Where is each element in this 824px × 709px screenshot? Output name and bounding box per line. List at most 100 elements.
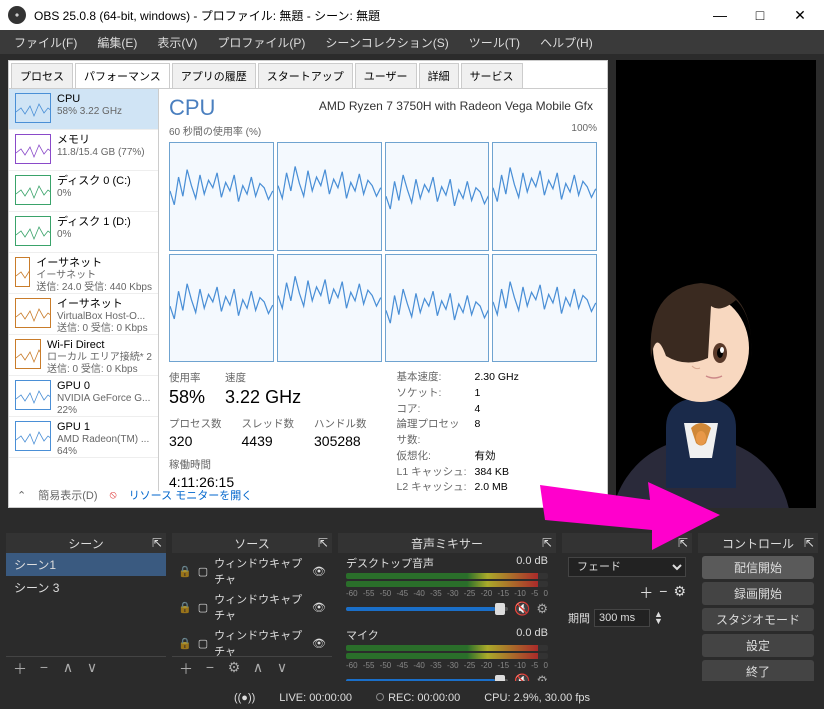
window-icon: ▢: [198, 601, 208, 614]
volume-slider[interactable]: [346, 679, 508, 681]
audio-meter: [346, 581, 548, 587]
tm-l2-label: L2 キャッシュ:: [397, 480, 467, 491]
menubar: ファイル(F) 編集(E) 表示(V) プロファイル(P) シーンコレクション(…: [0, 30, 824, 54]
trans-add-button[interactable]: ＋: [639, 583, 653, 603]
tm-cpu-graph: [169, 142, 274, 251]
transition-select[interactable]: フェード: [568, 557, 686, 577]
channel-name: デスクトップ音声: [346, 555, 434, 571]
mute-button[interactable]: 🔇: [514, 673, 530, 681]
scenes-list[interactable]: シーン1シーン 3: [6, 553, 166, 656]
rec-label: REC:: [388, 692, 414, 704]
remove-source-button[interactable]: −: [200, 659, 220, 679]
tm-tab-apphistory[interactable]: アプリの履歴: [172, 63, 256, 88]
tm-side-item[interactable]: Wi-Fi Directローカル エリア接続* 2送信: 0 受信: 0 Kbp…: [9, 335, 158, 376]
popup-icon[interactable]: ⇱: [152, 536, 162, 550]
tm-tab-startup[interactable]: スタートアップ: [258, 63, 353, 88]
source-up-button[interactable]: ∧: [248, 659, 268, 679]
popup-icon[interactable]: ⇱: [804, 536, 814, 550]
tm-tab-processes[interactable]: プロセス: [11, 63, 73, 88]
menu-scenecollection[interactable]: シーンコレクション(S): [317, 32, 456, 53]
preview-area[interactable]: [616, 60, 816, 508]
tm-lproc-label: 論理プロセッサ数:: [397, 417, 467, 449]
tm-side-item[interactable]: CPU58% 3.22 GHz: [9, 89, 158, 130]
tm-side-item[interactable]: イーサネットVirtualBox Host-O...送信: 0 受信: 0 Kb…: [9, 294, 158, 335]
remove-scene-button[interactable]: −: [34, 659, 54, 679]
sources-list[interactable]: 🔒▢ウィンドウキャプチャ👁🔒▢ウィンドウキャプチャ👁🔒▢ウィンドウキャプチャ👁: [172, 553, 332, 656]
popup-icon[interactable]: ⇱: [678, 536, 688, 550]
scene-item[interactable]: シーン1: [6, 553, 166, 576]
tm-tab-services[interactable]: サービス: [461, 63, 523, 88]
tm-side-item[interactable]: ディスク 1 (D:)0%: [9, 212, 158, 253]
eye-icon[interactable]: 👁: [312, 637, 326, 650]
tm-core-value: 4: [475, 402, 481, 418]
close-button[interactable]: ✕: [792, 7, 808, 23]
sources-title: ソース: [234, 535, 269, 552]
scene-item[interactable]: シーン 3: [6, 576, 166, 599]
tm-thread-value: 4439: [242, 433, 295, 449]
audio-meter: [346, 653, 548, 659]
stepper-icon[interactable]: ▲▼: [654, 611, 663, 625]
menu-help[interactable]: ヘルプ(H): [532, 32, 601, 53]
source-item[interactable]: 🔒▢ウィンドウキャプチャ👁: [172, 553, 332, 589]
control-button-0[interactable]: 配信開始: [702, 556, 814, 579]
tm-side-item[interactable]: GPU 1AMD Radeon(TM) ...64%: [9, 417, 158, 458]
tm-simpleview-button[interactable]: 簡易表示(D): [38, 487, 97, 503]
eye-icon[interactable]: 👁: [312, 601, 326, 614]
lock-icon[interactable]: 🔒: [178, 565, 192, 578]
menu-file[interactable]: ファイル(F): [6, 32, 85, 53]
live-label: LIVE:: [279, 692, 306, 704]
sources-panel: ソース⇱ 🔒▢ウィンドウキャプチャ👁🔒▢ウィンドウキャプチャ👁🔒▢ウィンドウキャ…: [172, 533, 332, 681]
mute-button[interactable]: 🔇: [514, 601, 530, 617]
tm-tab-details[interactable]: 詳細: [419, 63, 459, 88]
tm-side-item[interactable]: イーサネットイーサネット送信: 24.0 受信: 440 Kbps: [9, 253, 158, 294]
channel-settings-button[interactable]: ⚙: [536, 601, 548, 617]
trans-settings-button[interactable]: ⚙: [673, 583, 686, 603]
eye-icon[interactable]: 👁: [312, 565, 326, 578]
prohibit-icon: ⦸: [110, 489, 117, 502]
popup-icon[interactable]: ⇱: [542, 536, 552, 550]
tm-resmon-link[interactable]: リソース モニターを開く: [129, 487, 253, 503]
source-down-button[interactable]: ∨: [272, 659, 292, 679]
menu-view[interactable]: 表示(V): [149, 32, 205, 53]
tm-tab-performance[interactable]: パフォーマンス: [75, 63, 170, 88]
tm-handle-label: ハンドル数: [314, 416, 367, 431]
tm-side-item[interactable]: ディスク 0 (C:)0%: [9, 171, 158, 212]
tm-tab-users[interactable]: ユーザー: [355, 63, 417, 88]
lock-icon[interactable]: 🔒: [178, 637, 192, 650]
maximize-button[interactable]: □: [752, 7, 768, 23]
tm-side-item[interactable]: メモリ11.8/15.4 GB (77%): [9, 130, 158, 171]
control-button-3[interactable]: 設定: [702, 634, 814, 657]
control-button-2[interactable]: スタジオモード: [702, 608, 814, 631]
scene-up-button[interactable]: ∧: [58, 659, 78, 679]
channel-settings-button[interactable]: ⚙: [536, 673, 548, 681]
tm-cpu-name: AMD Ryzen 7 3750H with Radeon Vega Mobil…: [319, 99, 593, 113]
menu-edit[interactable]: 編集(E): [89, 32, 145, 53]
duration-input[interactable]: [594, 609, 650, 627]
menu-profile[interactable]: プロファイル(P): [209, 32, 313, 53]
volume-slider[interactable]: [346, 607, 508, 611]
lock-icon[interactable]: 🔒: [178, 601, 192, 614]
tm-side-item[interactable]: GPU 0NVIDIA GeForce G...22%: [9, 376, 158, 417]
source-item[interactable]: 🔒▢ウィンドウキャプチャ👁: [172, 625, 332, 656]
tm-cpu-graph: [169, 254, 274, 363]
trans-remove-button[interactable]: −: [659, 583, 667, 603]
scene-down-button[interactable]: ∨: [82, 659, 102, 679]
tm-sidebar[interactable]: CPU58% 3.22 GHzメモリ11.8/15.4 GB (77%)ディスク…: [9, 89, 159, 491]
source-item[interactable]: 🔒▢ウィンドウキャプチャ👁: [172, 589, 332, 625]
popup-icon[interactable]: ⇱: [318, 536, 328, 550]
broadcast-icon: ((●)): [234, 692, 255, 704]
add-source-button[interactable]: ＋: [176, 659, 196, 679]
minimize-button[interactable]: —: [712, 7, 728, 23]
tm-core-label: コア:: [397, 402, 467, 418]
live-time: 00:00:00: [309, 692, 352, 704]
audio-meter: [346, 645, 548, 651]
menu-tools[interactable]: ツール(T): [461, 32, 528, 53]
control-button-1[interactable]: 録画開始: [702, 582, 814, 605]
add-scene-button[interactable]: ＋: [10, 659, 30, 679]
control-button-4[interactable]: 終了: [702, 660, 814, 681]
channel-db: 0.0 dB: [516, 555, 548, 571]
scenes-title: シーン: [68, 535, 103, 552]
tm-l1-value: 384 KB: [475, 465, 509, 481]
tm-cpu-graph: [385, 254, 490, 363]
source-props-button[interactable]: ⚙: [224, 659, 244, 679]
